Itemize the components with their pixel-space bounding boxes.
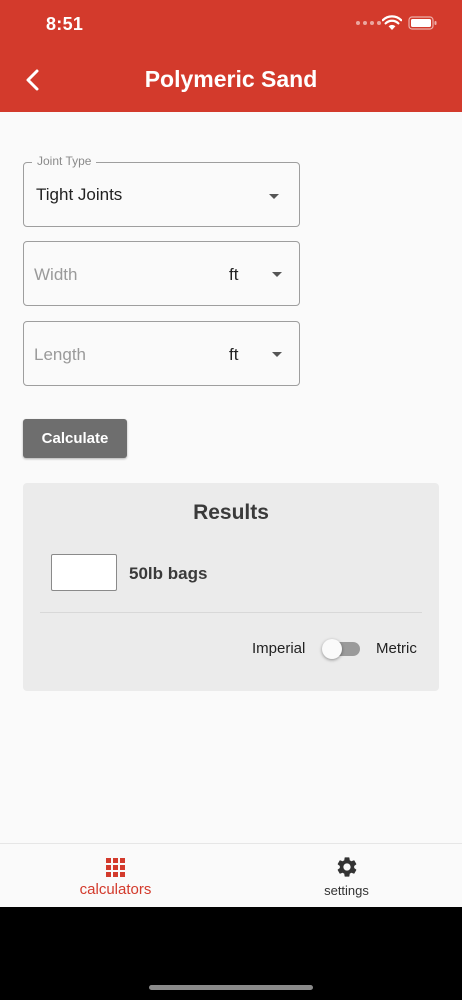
calculate-button[interactable]: Calculate <box>23 419 127 458</box>
joint-type-label: Joint Type <box>32 154 97 168</box>
app-screen: 8:51 Polymeric Sand Joint Type Tight Joi… <box>0 0 462 907</box>
result-unit-label: 50lb bags <box>129 564 208 583</box>
grid-icon <box>106 858 125 877</box>
results-title: Results <box>193 501 269 524</box>
wifi-icon <box>382 15 402 30</box>
length-unit-select[interactable]: ft <box>229 345 238 365</box>
nav-item-calculators[interactable]: calculators <box>0 844 231 907</box>
status-time: 8:51 <box>46 14 84 34</box>
joint-type-value: Tight Joints <box>36 185 123 204</box>
nav-item-settings[interactable]: settings <box>231 844 462 907</box>
width-field[interactable]: Width ft <box>23 241 300 306</box>
result-value-box <box>51 554 117 591</box>
app-bar: 8:51 Polymeric Sand <box>0 0 462 112</box>
unit-toggle-switch[interactable] <box>322 639 362 659</box>
home-indicator[interactable] <box>149 985 313 990</box>
joint-type-dropdown[interactable]: Joint Type Tight Joints <box>23 154 300 227</box>
gear-icon <box>337 857 357 877</box>
battery-icon <box>408 16 437 30</box>
dropdown-arrow-icon <box>269 194 279 199</box>
page-title: Polymeric Sand <box>144 66 318 92</box>
divider <box>40 612 422 613</box>
width-unit-select[interactable]: ft <box>229 265 238 285</box>
nav-label-calculators: calculators <box>79 881 152 898</box>
imperial-label: Imperial <box>252 640 306 657</box>
dropdown-arrow-icon[interactable] <box>272 272 282 277</box>
dropdown-arrow-icon[interactable] <box>272 352 282 357</box>
length-placeholder: Length <box>34 345 86 364</box>
results-card: Results 50lb bags Imperial Metric <box>23 483 439 691</box>
metric-label: Metric <box>376 640 417 657</box>
switch-thumb[interactable] <box>322 639 342 659</box>
bottom-nav: calculators settings <box>0 843 462 907</box>
length-field[interactable]: Length ft <box>23 321 300 386</box>
nav-label-settings: settings <box>324 883 369 898</box>
signal-icon <box>356 21 381 25</box>
width-placeholder: Width <box>34 265 78 284</box>
